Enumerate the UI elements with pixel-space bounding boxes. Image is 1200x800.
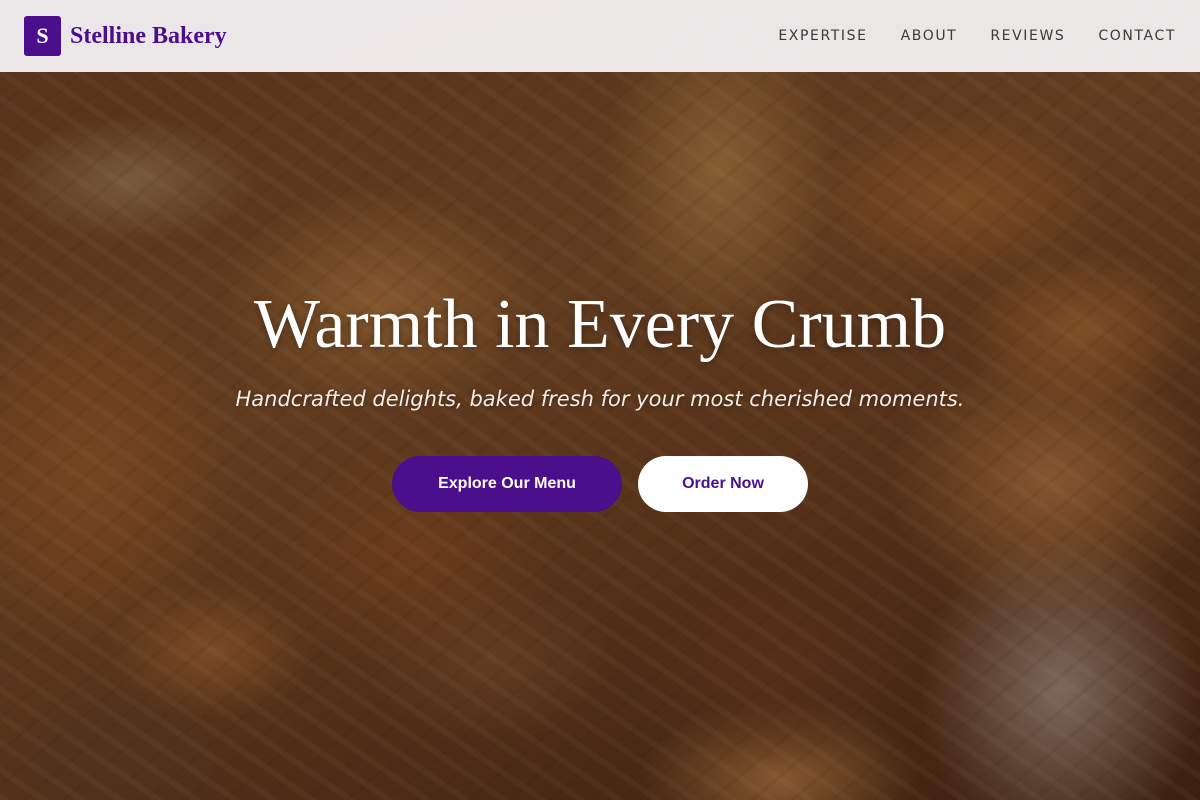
nav-link-about[interactable]: ABOUT [901, 28, 958, 44]
hero-title: Warmth in Every Crumb [253, 286, 947, 363]
main-navigation: EXPERTISE ABOUT REVIEWS CONTACT [745, 28, 1176, 44]
nav-link-contact[interactable]: CONTACT [1098, 28, 1176, 44]
explore-menu-button[interactable]: Explore Our Menu [392, 456, 622, 512]
nav-link-expertise[interactable]: EXPERTISE [778, 28, 867, 44]
hero-subtitle: Handcrafted delights, baked fresh for yo… [235, 387, 965, 411]
brand-logo-link[interactable]: S Stelline Bakery [24, 16, 227, 56]
site-header: S Stelline Bakery EXPERTISE ABOUT REVIEW… [0, 0, 1200, 72]
order-now-button[interactable]: Order Now [638, 456, 808, 512]
hero-section: Warmth in Every Crumb Handcrafted deligh… [0, 0, 1200, 800]
nav-link-reviews[interactable]: REVIEWS [990, 28, 1065, 44]
brand-logo-icon: S [24, 16, 61, 56]
hero-actions: Explore Our Menu Order Now [0, 456, 1200, 512]
landing-page: S Stelline Bakery EXPERTISE ABOUT REVIEW… [0, 0, 1200, 800]
brand-name: Stelline Bakery [70, 22, 227, 49]
